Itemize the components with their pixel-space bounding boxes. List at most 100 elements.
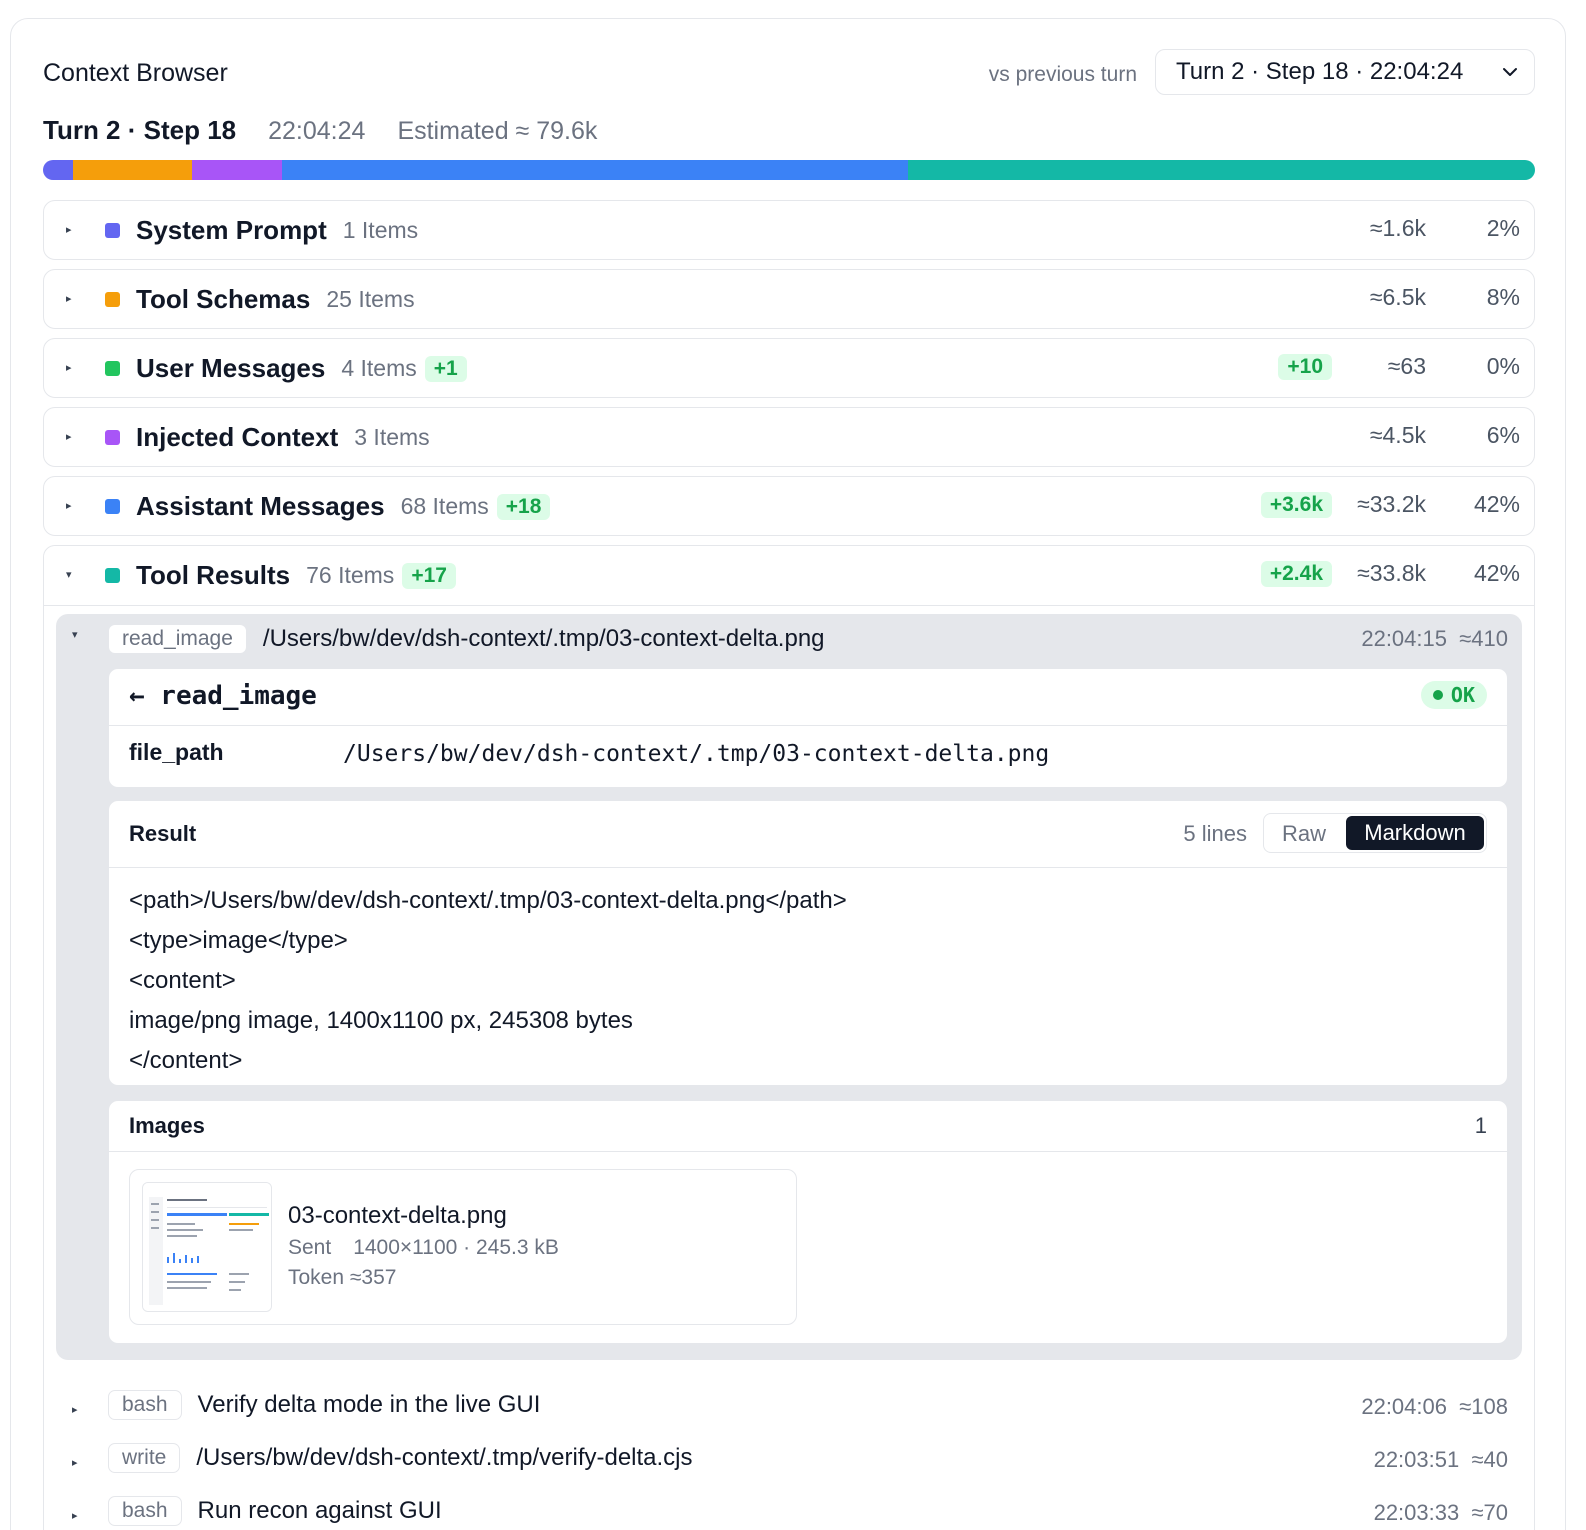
tool-result-item[interactable]: ▸ bash Verify delta mode in the live GUI… xyxy=(56,1390,1522,1430)
category-swatch xyxy=(105,292,120,307)
category-name: System Prompt xyxy=(136,215,327,245)
category-name: Tool Results xyxy=(136,560,291,590)
category-tokens: ≈4.5k xyxy=(1369,422,1426,448)
image-token-meta: Token ≈357 xyxy=(288,1266,397,1289)
turn-select-value: Turn 2 · Step 18 · 22:04:24 xyxy=(1176,58,1464,85)
tool-item-time: 22:03:33 xyxy=(1373,1500,1460,1525)
tool-item-tokens: ≈410 xyxy=(1459,626,1508,651)
tool-item-meta: 22:04:15 ≈410 xyxy=(1361,626,1508,652)
tool-tag: bash xyxy=(108,1390,182,1420)
category-tokens: ≈63 xyxy=(1387,353,1426,379)
compare-label: vs previous turn xyxy=(988,63,1137,86)
tool-item-time: 22:04:15 xyxy=(1361,626,1447,651)
category-tokens: ≈6.5k xyxy=(1369,284,1426,310)
tool-item-tokens: ≈40 xyxy=(1471,1447,1508,1472)
tool-result-item[interactable]: ▸ bash Run recon against GUI 22:03:33 ≈7… xyxy=(56,1496,1522,1530)
category-tokens: ≈33.8k xyxy=(1357,560,1426,586)
turn-select-dropdown[interactable]: Turn 2 · Step 18 · 22:04:24 xyxy=(1155,49,1535,95)
category-percent: 0% xyxy=(1486,353,1520,379)
divider xyxy=(109,867,1507,868)
category-name: Tool Schemas xyxy=(136,284,311,314)
category-count: 68 Items xyxy=(400,493,489,519)
result-line: <content> xyxy=(129,967,236,994)
result-card: Result 5 lines Raw Markdown <path>/Users… xyxy=(108,800,1508,1086)
result-body: <path>/Users/bw/dev/dsh-context/.tmp/03-… xyxy=(129,881,847,1081)
category-tokens: ≈1.6k xyxy=(1369,215,1426,241)
category-row-assistant-messages[interactable]: ▸ Assistant Messages 68 Items +18 +3.6k … xyxy=(43,476,1535,536)
item-delta-badge: +18 xyxy=(496,493,551,520)
tool-tag: bash xyxy=(108,1496,182,1526)
category-count: 25 Items xyxy=(326,286,415,312)
category-swatch xyxy=(105,499,120,514)
collapse-triangle-icon[interactable]: ▾ xyxy=(72,628,78,641)
image-attachment[interactable]: 03-context-delta.png Sent 1400×1100 · 245… xyxy=(129,1169,797,1325)
tool-item-description: Verify delta mode in the live GUI xyxy=(197,1391,541,1418)
category-swatch xyxy=(105,361,120,376)
usage-bar-segment xyxy=(192,160,282,180)
panel-header: Context Browser vs previous turn Turn 2 … xyxy=(43,49,1535,97)
category-name: Assistant Messages xyxy=(136,491,385,521)
tool-item-tokens: ≈70 xyxy=(1471,1500,1508,1525)
raw-toggle-button[interactable]: Raw xyxy=(1282,821,1326,847)
expand-triangle-icon: ▸ xyxy=(72,1404,78,1416)
usage-bar-segment xyxy=(43,160,73,180)
tool-result-item-open: ▾ read_image /Users/bw/dev/dsh-context/.… xyxy=(56,614,1522,1360)
tool-results-header[interactable]: ▾ Tool Results 76 Items +17 +2.4k ≈33.8k… xyxy=(44,546,1534,606)
tool-item-path: /Users/bw/dev/dsh-context/.tmp/03-contex… xyxy=(262,625,825,652)
tool-item-tokens: ≈108 xyxy=(1459,1394,1508,1419)
category-name: Injected Context xyxy=(136,422,339,452)
divider xyxy=(109,725,1507,726)
usage-bar-segment xyxy=(908,160,1535,180)
category-row-system-prompt[interactable]: ▸ System Prompt 1 Items ≈1.6k 2% xyxy=(43,200,1535,260)
context-browser-panel: Context Browser vs previous turn Turn 2 … xyxy=(10,18,1566,1530)
images-card: Images 1 03-context-delta.png Sent 1400×… xyxy=(108,1100,1508,1344)
tool-item-meta: 22:03:33 ≈70 xyxy=(1374,1500,1508,1526)
page-title: Context Browser xyxy=(43,59,228,87)
category-count: 1 Items xyxy=(342,217,419,243)
category-swatch xyxy=(105,223,120,238)
tool-call-card: ← read_image OK file_path /Users/bw/dev/… xyxy=(108,668,1508,788)
turn-time: 22:04:24 xyxy=(268,117,366,145)
result-line-count: 5 lines xyxy=(1183,821,1247,846)
thumbnail-preview-icon xyxy=(143,1183,271,1311)
tool-item-time: 22:04:06 xyxy=(1361,1394,1447,1419)
result-line: <path>/Users/bw/dev/dsh-context/.tmp/03-… xyxy=(129,887,847,914)
tool-tag: read_image xyxy=(108,624,247,654)
category-row-user-messages[interactable]: ▸ User Messages 4 Items +1 +10 ≈63 0% xyxy=(43,338,1535,398)
category-percent: 8% xyxy=(1486,284,1520,310)
status-badge: OK xyxy=(1420,681,1487,709)
category-percent: 6% xyxy=(1486,422,1520,448)
category-row-injected-context[interactable]: ▸ Injected Context 3 Items ≈4.5k 6% xyxy=(43,407,1535,467)
param-key: file_path xyxy=(129,739,224,765)
item-delta-badge: +17 xyxy=(402,562,456,589)
status-dot-icon xyxy=(1432,690,1443,700)
token-delta-badge: +2.4k xyxy=(1260,560,1332,587)
expand-triangle-icon: ▸ xyxy=(72,1510,78,1522)
sent-label: Sent xyxy=(288,1236,332,1259)
category-count: 76 Items xyxy=(306,562,395,588)
tool-result-item[interactable]: ▸ write /Users/bw/dev/dsh-context/.tmp/v… xyxy=(56,1443,1522,1483)
markdown-toggle-button[interactable]: Markdown xyxy=(1346,816,1484,850)
tool-item-meta: 22:03:51 ≈40 xyxy=(1374,1447,1508,1473)
chevron-down-icon xyxy=(1503,68,1517,76)
tool-item-time: 22:03:51 xyxy=(1373,1447,1460,1472)
images-title: Images xyxy=(129,1113,205,1138)
tool-item-meta: 22:04:06 ≈108 xyxy=(1361,1394,1508,1420)
category-percent: 2% xyxy=(1486,215,1520,241)
tool-item-description: Run recon against GUI xyxy=(197,1497,442,1524)
tool-call-title: ← read_image xyxy=(129,681,317,711)
result-line: image/png image, 1400x1100 px, 245308 by… xyxy=(129,1007,633,1034)
category-row-tool-results: ▾ Tool Results 76 Items +17 +2.4k ≈33.8k… xyxy=(43,545,1535,1530)
turn-step-label: Turn 2 · Step 18 xyxy=(43,115,237,145)
expand-triangle-icon: ▸ xyxy=(66,431,72,443)
category-row-tool-schemas[interactable]: ▸ Tool Schemas 25 Items ≈6.5k 8% xyxy=(43,269,1535,329)
sent-value: 1400×1100 · 245.3 kB xyxy=(353,1236,559,1259)
expand-triangle-icon: ▸ xyxy=(66,362,72,374)
expand-triangle-icon: ▸ xyxy=(72,1457,78,1469)
image-filename: 03-context-delta.png xyxy=(288,1202,507,1229)
divider xyxy=(109,1151,1507,1152)
image-thumbnail[interactable] xyxy=(142,1182,272,1312)
category-name: User Messages xyxy=(136,353,326,383)
category-percent: 42% xyxy=(1473,491,1520,517)
image-sent-meta: Sent 1400×1100 · 245.3 kB xyxy=(288,1236,559,1260)
